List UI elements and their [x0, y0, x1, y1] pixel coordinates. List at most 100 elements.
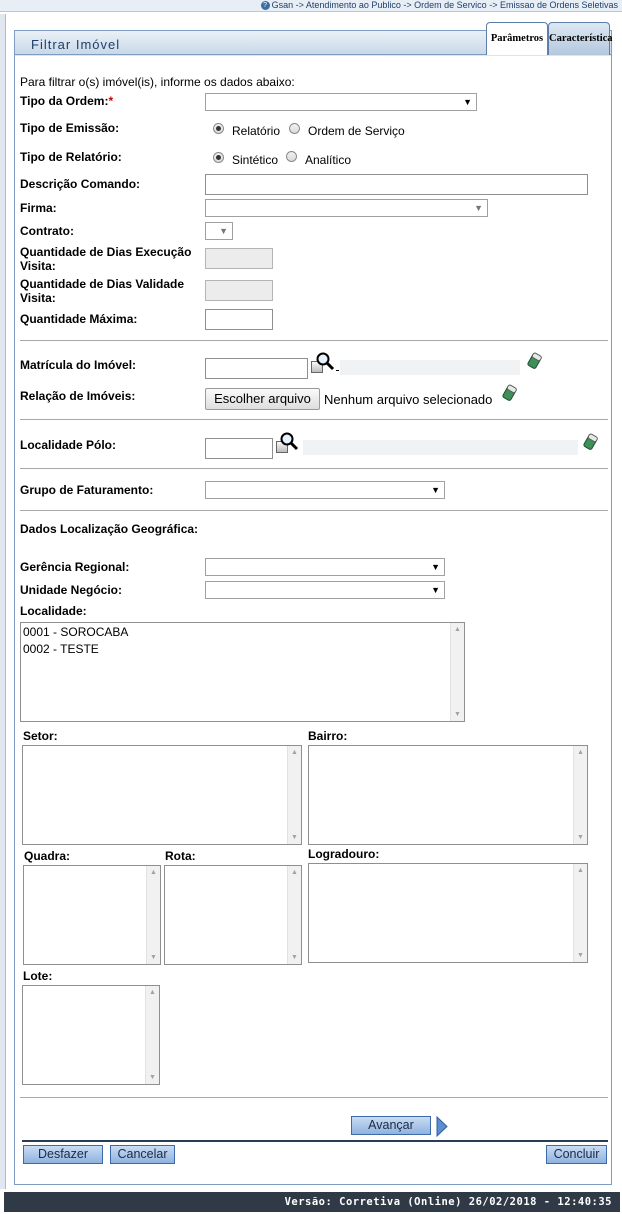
scroll-down-icon[interactable]: ▼: [288, 834, 301, 841]
required-mark: *: [108, 94, 114, 108]
eraser-icon[interactable]: [527, 352, 543, 370]
relatorio-sintetico-label: Sintético: [232, 153, 279, 167]
emissao-relatorio-radio[interactable]: [213, 123, 224, 134]
matricula-imovel-label: Matrícula do Imóvel:: [20, 358, 137, 372]
dias-execucao-input[interactable]: [205, 248, 273, 269]
quantidade-maxima-label: Quantidade Máxima:: [20, 312, 138, 326]
search-icon[interactable]: [279, 431, 299, 451]
firma-select[interactable]: ▼: [205, 199, 488, 217]
scroll-up-icon[interactable]: ▲: [288, 749, 301, 756]
matricula-imovel-description: [340, 360, 520, 375]
eraser-icon[interactable]: [583, 433, 599, 451]
dropdown-arrow-icon: ▼: [463, 97, 472, 107]
escolher-arquivo-button[interactable]: Escolher arquivo: [205, 388, 320, 410]
search-icon[interactable]: [315, 351, 335, 371]
scrollbar[interactable]: ▲ ▼: [145, 986, 159, 1084]
form-intro: Para filtrar o(s) imóvel(is), informe os…: [20, 75, 295, 89]
left-frame-bar: [0, 14, 6, 1189]
matricula-imovel-input[interactable]: [205, 358, 308, 379]
contrato-select[interactable]: ▼: [205, 222, 233, 240]
scroll-down-icon[interactable]: ▼: [574, 952, 587, 959]
eraser-icon[interactable]: [502, 384, 518, 402]
scroll-up-icon[interactable]: ▲: [574, 749, 587, 756]
relatorio-sintetico-radio[interactable]: [213, 152, 224, 163]
tipo-relatorio-label: Tipo de Relatório:: [20, 150, 122, 164]
scroll-up-icon[interactable]: ▲: [451, 626, 464, 633]
firma-label: Firma:: [20, 201, 57, 215]
quadra-listbox[interactable]: ▲ ▼: [23, 865, 161, 965]
scroll-down-icon[interactable]: ▼: [574, 834, 587, 841]
divider: [20, 468, 608, 469]
relacao-imoveis-label: Relação de Imóveis:: [20, 389, 136, 403]
scrollbar[interactable]: ▲ ▼: [287, 746, 301, 844]
scroll-down-icon[interactable]: ▼: [451, 711, 464, 718]
scrollbar[interactable]: ▲ ▼: [573, 864, 587, 962]
divider: [20, 1097, 608, 1098]
list-item[interactable]: 0002 - TESTE: [21, 641, 464, 658]
dropdown-arrow-icon: ▼: [219, 226, 228, 236]
dropdown-arrow-icon: ▼: [431, 562, 440, 572]
grupo-faturamento-select[interactable]: ▼: [205, 481, 445, 499]
divider: [20, 419, 608, 420]
divider: [20, 510, 608, 511]
grupo-faturamento-label: Grupo de Faturamento:: [20, 483, 154, 497]
bairro-label: Bairro:: [308, 729, 348, 743]
quantidade-maxima-input[interactable]: [205, 309, 273, 330]
bairro-listbox[interactable]: ▲ ▼: [308, 745, 588, 845]
scrollbar[interactable]: ▲ ▼: [287, 866, 301, 964]
dropdown-arrow-icon: ▼: [431, 585, 440, 595]
gerencia-regional-select[interactable]: ▼: [205, 558, 445, 576]
tipo-ordem-select[interactable]: ▼: [205, 93, 477, 111]
divider: [20, 340, 608, 341]
breadcrumb-text: Gsan -> Atendimento ao Publico -> Ordem …: [271, 0, 618, 10]
dropdown-arrow-icon: ▼: [431, 485, 440, 495]
breadcrumb: ? Gsan -> Atendimento ao Publico -> Ordem…: [0, 0, 622, 12]
version-footer: Versão: Corretiva (Online) 26/02/2018 - …: [4, 1192, 620, 1212]
concluir-button[interactable]: Concluir: [546, 1145, 607, 1164]
gerencia-regional-label: Gerência Regional:: [20, 560, 130, 574]
tab-caracteristica[interactable]: Característica: [548, 22, 613, 55]
setor-listbox[interactable]: ▲ ▼: [22, 745, 302, 845]
panel-title: Filtrar Imóvel: [31, 37, 121, 52]
scroll-up-icon[interactable]: ▲: [288, 869, 301, 876]
scrollbar[interactable]: ▲ ▼: [450, 623, 464, 721]
scroll-up-icon[interactable]: ▲: [574, 867, 587, 874]
localidade-listbox[interactable]: 0001 - SOROCABA 0002 - TESTE ▲ ▼: [20, 622, 465, 722]
geo-section-title: Dados Localização Geográfica:: [20, 522, 199, 536]
emissao-ordem-servico-radio[interactable]: [289, 123, 300, 134]
button-bar-divider: [22, 1140, 608, 1142]
scroll-up-icon[interactable]: ▲: [146, 989, 159, 996]
avancar-button[interactable]: Avançar: [351, 1116, 431, 1135]
scrollbar[interactable]: ▲ ▼: [146, 866, 160, 964]
lote-label: Lote:: [23, 969, 53, 983]
desfazer-button[interactable]: Desfazer: [23, 1145, 103, 1164]
localidade-polo-description: [303, 440, 578, 455]
list-item[interactable]: 0001 - SOROCABA: [21, 624, 464, 641]
underscore-mark: [336, 370, 339, 371]
file-status-text: Nenhum arquivo selecionado: [324, 392, 493, 407]
scroll-down-icon[interactable]: ▼: [147, 954, 160, 961]
rota-listbox[interactable]: ▲ ▼: [164, 865, 302, 965]
localidade-polo-label: Localidade Pólo:: [20, 438, 117, 452]
scroll-down-icon[interactable]: ▼: [288, 954, 301, 961]
help-icon[interactable]: ?: [260, 1, 270, 10]
next-arrow-icon[interactable]: [436, 1116, 448, 1137]
unidade-negocio-label: Unidade Negócio:: [20, 583, 123, 597]
descricao-comando-input[interactable]: [205, 174, 588, 195]
dias-execucao-label: Quantidade de Dias Execução Visita:: [20, 245, 192, 273]
emissao-ordem-servico-label: Ordem de Serviço: [308, 124, 405, 138]
rota-label: Rota:: [165, 849, 196, 863]
lote-listbox[interactable]: ▲ ▼: [22, 985, 160, 1085]
localidade-polo-input[interactable]: [205, 438, 273, 459]
scrollbar[interactable]: ▲ ▼: [573, 746, 587, 844]
dias-validade-input[interactable]: [205, 280, 273, 301]
unidade-negocio-select[interactable]: ▼: [205, 581, 445, 599]
logradouro-listbox[interactable]: ▲ ▼: [308, 863, 588, 963]
cancelar-button[interactable]: Cancelar: [110, 1145, 175, 1164]
quadra-label: Quadra:: [24, 849, 71, 863]
tab-parametros[interactable]: Parâmetros: [486, 22, 548, 55]
scroll-up-icon[interactable]: ▲: [147, 869, 160, 876]
dias-validade-label: Quantidade de Dias Validade Visita:: [20, 277, 185, 305]
scroll-down-icon[interactable]: ▼: [146, 1074, 159, 1081]
relatorio-analitico-radio[interactable]: [286, 151, 297, 162]
